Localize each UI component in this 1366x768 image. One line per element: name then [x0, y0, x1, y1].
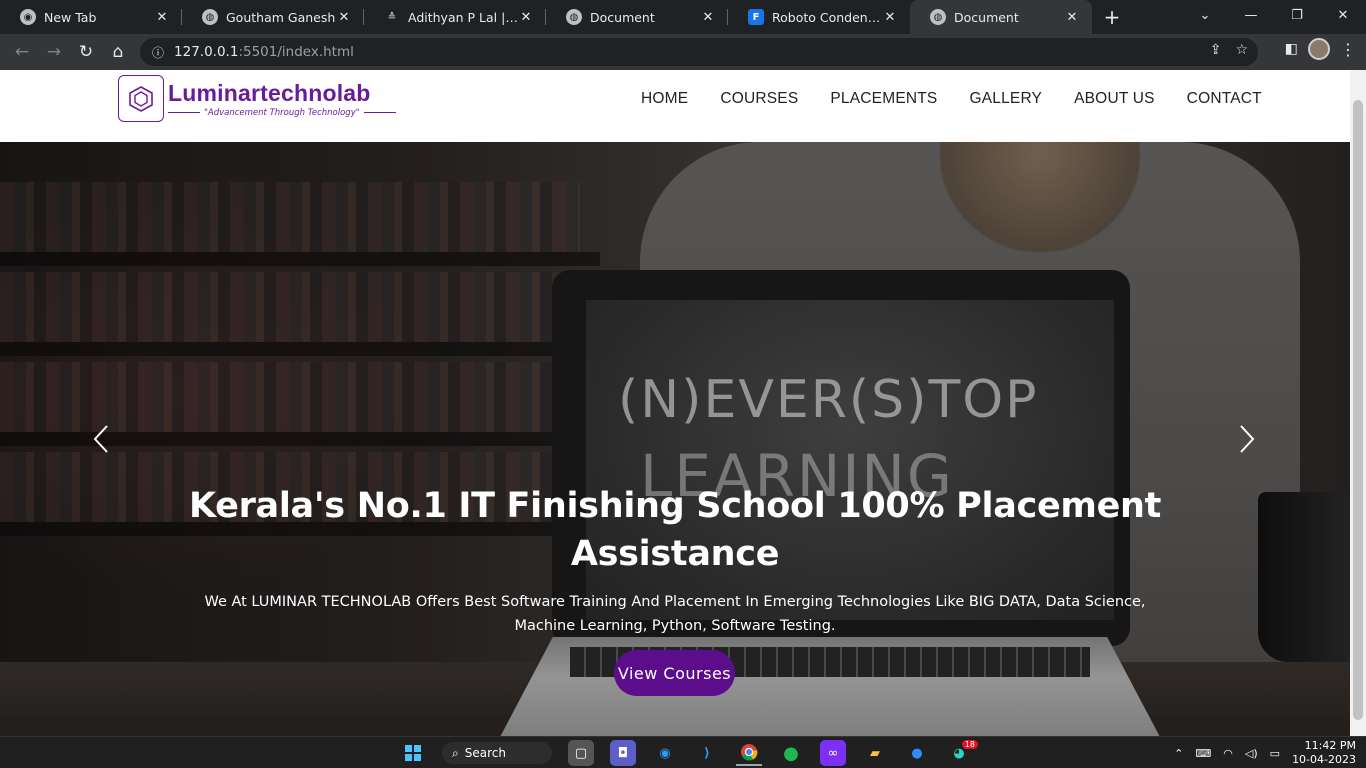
- close-window-icon[interactable]: ✕: [1320, 0, 1366, 30]
- globe-icon: ◍: [202, 9, 218, 25]
- nav-placements[interactable]: PLACEMENTS: [830, 90, 937, 108]
- close-tab-icon[interactable]: ✕: [882, 10, 898, 25]
- browser-tab[interactable]: ◉ New Tab ✕: [0, 0, 182, 34]
- vscode-icon[interactable]: ⟩: [694, 740, 720, 766]
- keyboard-icon[interactable]: ⌨: [1195, 747, 1211, 760]
- chrome-icon: ◉: [20, 9, 36, 25]
- share-icon[interactable]: ⇪: [1210, 42, 1222, 58]
- hero-carousel: (N)EVER(S)TOP LEARNING Kerala's No.1 IT …: [0, 142, 1350, 736]
- back-icon[interactable]: ←: [6, 36, 38, 68]
- firefox-icon[interactable]: ◉: [652, 740, 678, 766]
- site-header: Luminartechnolab "Advancement Through Te…: [0, 70, 1350, 142]
- nav-about-us[interactable]: ABOUT US: [1074, 90, 1155, 108]
- browser-tab-strip: ◉ New Tab ✕ ◍ Goutham Ganesh ✕ ≙ Adithya…: [0, 0, 1366, 34]
- vpn-app-icon[interactable]: ∞: [820, 740, 846, 766]
- menu-kebab-icon[interactable]: ⋮: [1340, 40, 1356, 59]
- tab-title: Adithyan P Lal | Front-: [408, 9, 518, 25]
- home-icon[interactable]: ⌂: [102, 36, 134, 68]
- tab-title: Goutham Ganesh: [226, 9, 336, 25]
- tab-search-icon[interactable]: ⌄: [1182, 0, 1228, 30]
- browser-tab[interactable]: ≙ Adithyan P Lal | Front- ✕: [364, 0, 546, 34]
- battery-icon[interactable]: ▭: [1270, 747, 1280, 760]
- window-controls: ⌄ — ❐ ✕: [1182, 0, 1366, 30]
- site-logo[interactable]: Luminartechnolab "Advancement Through Te…: [118, 75, 396, 122]
- main-nav: HOME COURSES PLACEMENTS GALLERY ABOUT US…: [641, 90, 1262, 108]
- address-bar[interactable]: ⓘ 127.0.0.1:5501/index.html ⇪ ☆: [140, 38, 1258, 66]
- browser-tab[interactable]: ◍ Document ✕: [546, 0, 728, 34]
- taskbar-search[interactable]: ⌕ Search: [442, 742, 552, 764]
- site-logo-icon: ≙: [387, 11, 397, 23]
- url-host: 127.0.0.1: [174, 44, 239, 60]
- profile-avatar[interactable]: [1308, 38, 1330, 60]
- zoom-icon[interactable]: ●: [904, 740, 930, 766]
- url-path: :5501/index.html: [238, 44, 354, 60]
- carousel-next-icon[interactable]: [1235, 422, 1259, 456]
- bookmark-star-icon[interactable]: ☆: [1235, 42, 1248, 58]
- whatsapp-icon[interactable]: ◕ 18: [946, 740, 978, 766]
- nav-contact[interactable]: CONTACT: [1187, 90, 1262, 108]
- google-fonts-icon: F: [748, 9, 764, 25]
- teams-chat-icon[interactable]: ◘: [610, 740, 636, 766]
- hexagon-logo-icon: [118, 75, 164, 122]
- view-courses-button[interactable]: View Courses: [614, 650, 735, 696]
- carousel-prev-icon[interactable]: [89, 422, 113, 456]
- show-hidden-icons[interactable]: ⌃: [1174, 747, 1183, 760]
- task-view-icon[interactable]: ▢: [568, 740, 594, 766]
- hero-caption: Kerala's No.1 IT Finishing School 100% P…: [180, 482, 1170, 638]
- close-tab-icon[interactable]: ✕: [336, 10, 352, 25]
- browser-tab[interactable]: ◍ Goutham Ganesh ✕: [182, 0, 364, 34]
- close-tab-icon[interactable]: ✕: [700, 10, 716, 25]
- search-icon: ⌕: [452, 745, 459, 760]
- hero-description: We At LUMINAR TECHNOLAB Offers Best Soft…: [204, 594, 1146, 634]
- hero-title: Kerala's No.1 IT Finishing School 100% P…: [188, 486, 1162, 574]
- nav-gallery[interactable]: GALLERY: [969, 90, 1042, 108]
- browser-tab-active[interactable]: ◍ Document ✕: [910, 0, 1092, 34]
- globe-icon: ◍: [566, 9, 582, 25]
- site-info-icon[interactable]: ⓘ: [152, 44, 164, 61]
- notification-badge: 18: [961, 740, 978, 749]
- chrome-taskbar-icon[interactable]: [736, 740, 762, 766]
- maximize-icon[interactable]: ❐: [1274, 0, 1320, 30]
- nav-home[interactable]: HOME: [641, 90, 688, 108]
- tab-title: New Tab: [44, 9, 97, 25]
- browser-tab[interactable]: F Roboto Condensed - ✕: [728, 0, 910, 34]
- new-tab-button[interactable]: +: [1092, 0, 1132, 34]
- page-scrollbar[interactable]: [1350, 70, 1366, 736]
- os-taskbar: ⌕ Search ▢ ◘ ◉ ⟩ ● ∞ ▰ ● ◕ 18 ⌃ ⌨ ◠ ◁) ▭ 1…: [0, 736, 1366, 768]
- windows-start-icon[interactable]: [400, 740, 426, 766]
- system-tray: ⌃ ⌨ ◠ ◁) ▭ 11:42 PM 10-04-2023: [1174, 739, 1356, 767]
- forward-icon[interactable]: →: [38, 36, 70, 68]
- browser-toolbar: ← → ↻ ⌂ ⓘ 127.0.0.1:5501/index.html ⇪ ☆ …: [0, 34, 1366, 70]
- page-viewport: Luminartechnolab "Advancement Through Te…: [0, 70, 1366, 736]
- tab-title: Document: [954, 9, 1019, 25]
- wifi-icon[interactable]: ◠: [1223, 747, 1233, 760]
- minimize-icon[interactable]: —: [1228, 0, 1274, 30]
- logo-tagline: "Advancement Through Technology": [168, 108, 396, 118]
- close-tab-icon[interactable]: ✕: [518, 10, 534, 25]
- close-tab-icon[interactable]: ✕: [154, 10, 170, 25]
- globe-icon: ◍: [930, 9, 946, 25]
- volume-icon[interactable]: ◁): [1245, 747, 1258, 760]
- logo-name: Luminartechnolab: [168, 79, 371, 106]
- clock[interactable]: 11:42 PM 10-04-2023: [1292, 739, 1356, 767]
- nav-courses[interactable]: COURSES: [720, 90, 798, 108]
- file-explorer-icon[interactable]: ▰: [862, 740, 888, 766]
- reload-icon[interactable]: ↻: [70, 36, 102, 68]
- tab-title: Document: [590, 9, 655, 25]
- spotify-icon[interactable]: ●: [778, 740, 804, 766]
- close-tab-icon[interactable]: ✕: [1064, 10, 1080, 25]
- side-panel-icon[interactable]: ◧: [1285, 41, 1298, 57]
- tab-title: Roboto Condensed -: [772, 9, 882, 25]
